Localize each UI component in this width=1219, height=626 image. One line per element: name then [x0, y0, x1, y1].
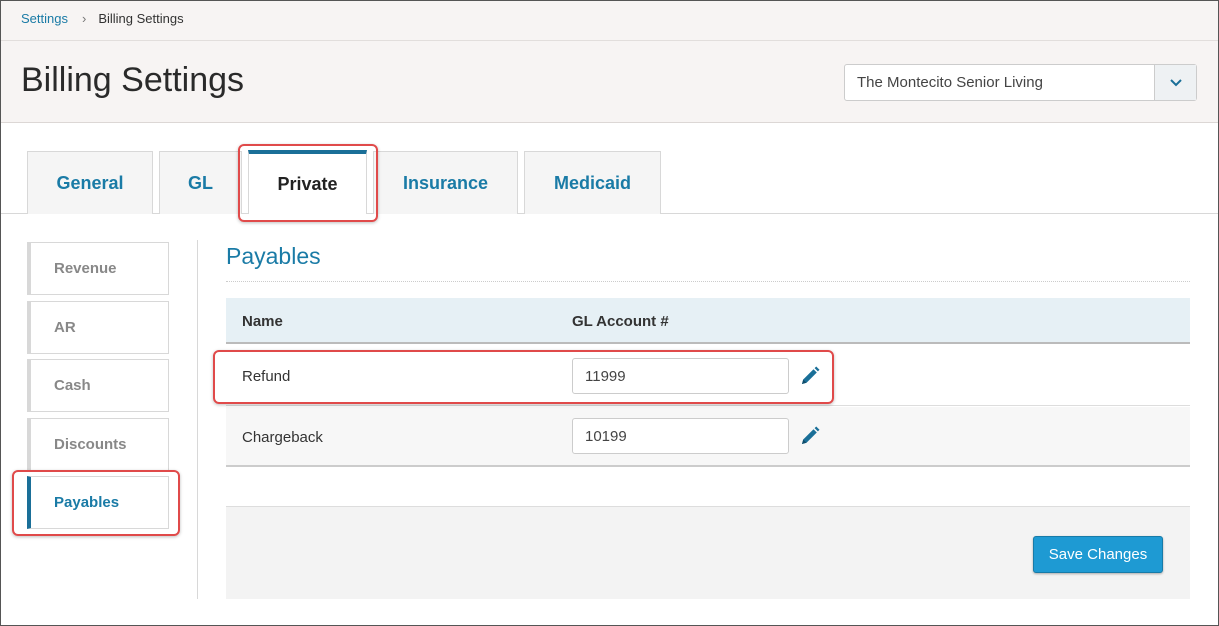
vertical-divider — [197, 240, 198, 599]
tab-gl[interactable]: GL — [159, 151, 242, 214]
side-nav-revenue[interactable]: Revenue — [27, 242, 169, 295]
facility-select-value: The Montecito Senior Living — [857, 74, 1043, 91]
table-row: Refund — [226, 346, 1190, 406]
page-title: Billing Settings — [21, 61, 245, 99]
side-nav-ar[interactable]: AR — [27, 301, 169, 354]
breadcrumb-separator: › — [81, 11, 87, 26]
facility-select[interactable]: The Montecito Senior Living — [844, 64, 1197, 101]
tab-general[interactable]: General — [27, 151, 153, 214]
header-divider — [1, 40, 1218, 41]
column-header-name: Name — [242, 313, 283, 330]
section-title: Payables — [226, 243, 321, 269]
table-row: Chargeback — [226, 407, 1190, 467]
breadcrumb: Settings › Billing Settings — [21, 11, 184, 26]
gl-account-input[interactable] — [572, 418, 789, 454]
section-underline — [226, 281, 1190, 282]
billing-tabs: General GL Private Insurance Medicaid — [0, 150, 1219, 214]
row-name: Refund — [242, 368, 291, 385]
table-header: Name GL Account # — [226, 298, 1190, 344]
pencil-icon[interactable] — [799, 365, 821, 387]
side-nav-payables[interactable]: Payables — [27, 476, 169, 529]
side-nav-discounts[interactable]: Discounts — [27, 418, 169, 471]
row-name: Chargeback — [242, 429, 323, 446]
save-changes-button[interactable]: Save Changes — [1033, 536, 1163, 573]
gl-account-input[interactable] — [572, 358, 789, 394]
tab-private[interactable]: Private — [248, 150, 367, 214]
column-header-gl-account: GL Account # — [572, 313, 669, 330]
breadcrumb-settings-link[interactable]: Settings — [21, 11, 68, 26]
chevron-down-icon[interactable] — [1154, 65, 1196, 100]
pencil-icon[interactable] — [799, 425, 821, 447]
header-area: Settings › Billing Settings Billing Sett… — [1, 1, 1218, 123]
side-nav-cash[interactable]: Cash — [27, 359, 169, 412]
tab-insurance[interactable]: Insurance — [373, 151, 518, 214]
breadcrumb-current: Billing Settings — [98, 11, 184, 26]
tab-medicaid[interactable]: Medicaid — [524, 151, 661, 214]
footer-panel: Save Changes — [226, 506, 1190, 599]
